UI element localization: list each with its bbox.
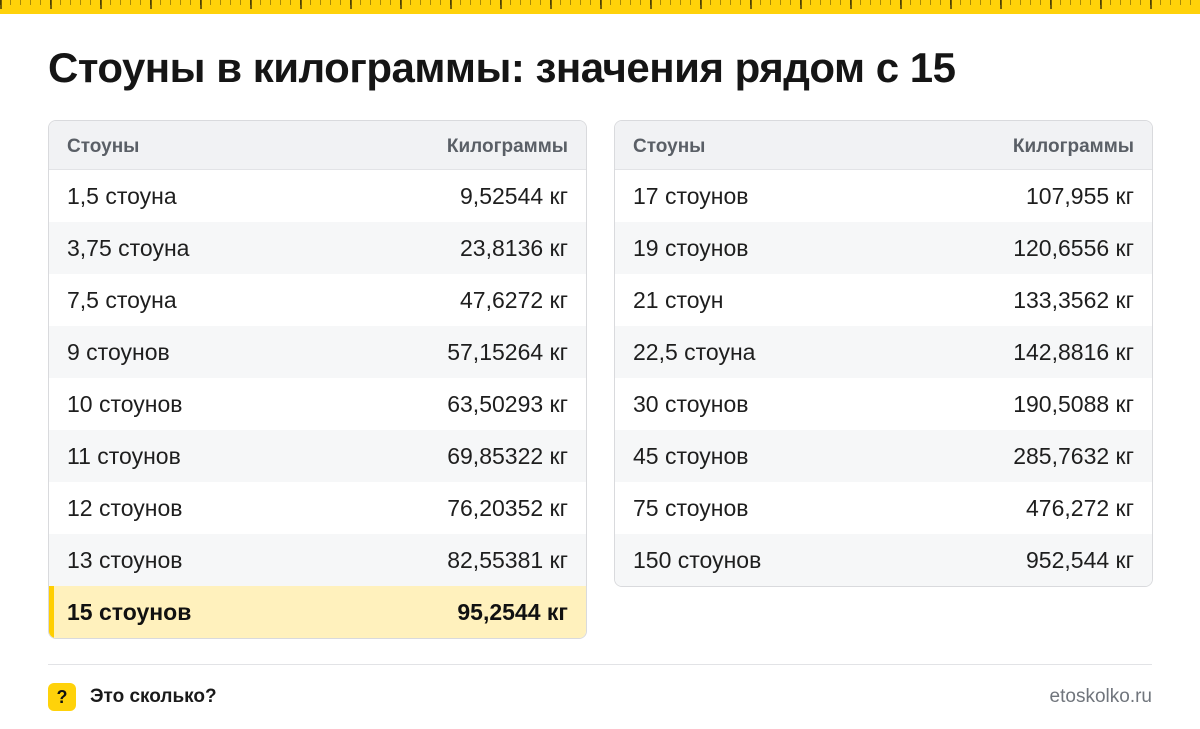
cell-stones: 22,5 стоуна: [633, 338, 756, 365]
highlighted-table-row: 15 стоунов 95,2544 кг: [49, 586, 586, 638]
cell-stones: 75 стоунов: [633, 494, 749, 521]
cell-kilograms: 190,5088 кг: [1013, 390, 1134, 417]
brand[interactable]: ? Это сколько?: [48, 683, 217, 711]
cell-kilograms: 476,272 кг: [1026, 494, 1134, 521]
cell-kilograms: 63,50293 кг: [447, 390, 568, 417]
cell-stones: 1,5 стоуна: [67, 182, 177, 209]
cell-kilograms: 47,6272 кг: [460, 286, 568, 313]
table-row: 11 стоунов 69,85322 кг: [49, 430, 586, 482]
table-header: Стоуны Килограммы: [49, 121, 586, 170]
table-row: 22,5 стоуна 142,8816 кг: [615, 326, 1152, 378]
column-header-kilograms: Килограммы: [446, 136, 568, 157]
cell-stones: 3,75 стоуна: [67, 234, 190, 261]
cell-stones: 15 стоунов: [67, 598, 192, 625]
cell-stones: 21 стоун: [633, 286, 724, 313]
conversion-table-right: Стоуны Килограммы 17 стоунов 107,955 кг …: [614, 120, 1153, 587]
cell-kilograms: 95,2544 кг: [457, 598, 568, 625]
cell-kilograms: 133,3562 кг: [1013, 286, 1134, 313]
cell-kilograms: 120,6556 кг: [1013, 234, 1134, 261]
cell-stones: 12 стоунов: [67, 494, 183, 521]
cell-kilograms: 82,55381 кг: [447, 546, 568, 573]
column-header-kilograms: Килограммы: [1012, 136, 1134, 157]
cell-stones: 9 стоунов: [67, 338, 170, 365]
table-row: 13 стоунов 82,55381 кг: [49, 534, 586, 586]
column-header-stones: Стоуны: [633, 136, 706, 157]
cell-stones: 11 стоунов: [67, 442, 181, 469]
cell-stones: 30 стоунов: [633, 390, 749, 417]
cell-kilograms: 69,85322 кг: [447, 442, 568, 469]
table-row: 12 стоунов 76,20352 кг: [49, 482, 586, 534]
table-row: 75 стоунов 476,272 кг: [615, 482, 1152, 534]
cell-kilograms: 285,7632 кг: [1013, 442, 1134, 469]
table-row: 9 стоунов 57,15264 кг: [49, 326, 586, 378]
cell-stones: 45 стоунов: [633, 442, 749, 469]
table-row: 21 стоун 133,3562 кг: [615, 274, 1152, 326]
cell-stones: 17 стоунов: [633, 182, 749, 209]
column-header-stones: Стоуны: [67, 136, 140, 157]
table-row: 30 стоунов 190,5088 кг: [615, 378, 1152, 430]
table-row: 17 стоунов 107,955 кг: [615, 170, 1152, 222]
table-row: 10 стоунов 63,50293 кг: [49, 378, 586, 430]
cell-kilograms: 142,8816 кг: [1013, 338, 1134, 365]
table-row: 3,75 стоуна 23,8136 кг: [49, 222, 586, 274]
ruler-decoration: [0, 0, 1200, 14]
brand-name: Это сколько?: [90, 686, 217, 707]
table-row: 1,5 стоуна 9,52544 кг: [49, 170, 586, 222]
conversion-table-left: Стоуны Килограммы 1,5 стоуна 9,52544 кг …: [48, 120, 587, 639]
cell-stones: 7,5 стоуна: [67, 286, 177, 313]
cell-kilograms: 57,15264 кг: [447, 338, 568, 365]
footer-divider: [48, 664, 1152, 665]
table-header: Стоуны Килограммы: [615, 121, 1152, 170]
cell-stones: 19 стоунов: [633, 234, 749, 261]
cell-kilograms: 952,544 кг: [1026, 546, 1134, 573]
cell-kilograms: 76,20352 кг: [447, 494, 568, 521]
cell-stones: 150 стоунов: [633, 546, 762, 573]
table-row: 7,5 стоуна 47,6272 кг: [49, 274, 586, 326]
cell-kilograms: 9,52544 кг: [460, 182, 568, 209]
table-row: 45 стоунов 285,7632 кг: [615, 430, 1152, 482]
table-row: 19 стоунов 120,6556 кг: [615, 222, 1152, 274]
site-link[interactable]: etoskolko.ru: [1050, 686, 1152, 708]
table-row: 150 стоунов 952,544 кг: [615, 534, 1152, 586]
question-mark-icon: ?: [48, 683, 76, 711]
cell-stones: 13 стоунов: [67, 546, 183, 573]
cell-stones: 10 стоунов: [67, 390, 183, 417]
page-title: Стоуны в килограммы: значения рядом с 15: [48, 44, 956, 91]
cell-kilograms: 107,955 кг: [1026, 182, 1134, 209]
cell-kilograms: 23,8136 кг: [460, 234, 568, 261]
